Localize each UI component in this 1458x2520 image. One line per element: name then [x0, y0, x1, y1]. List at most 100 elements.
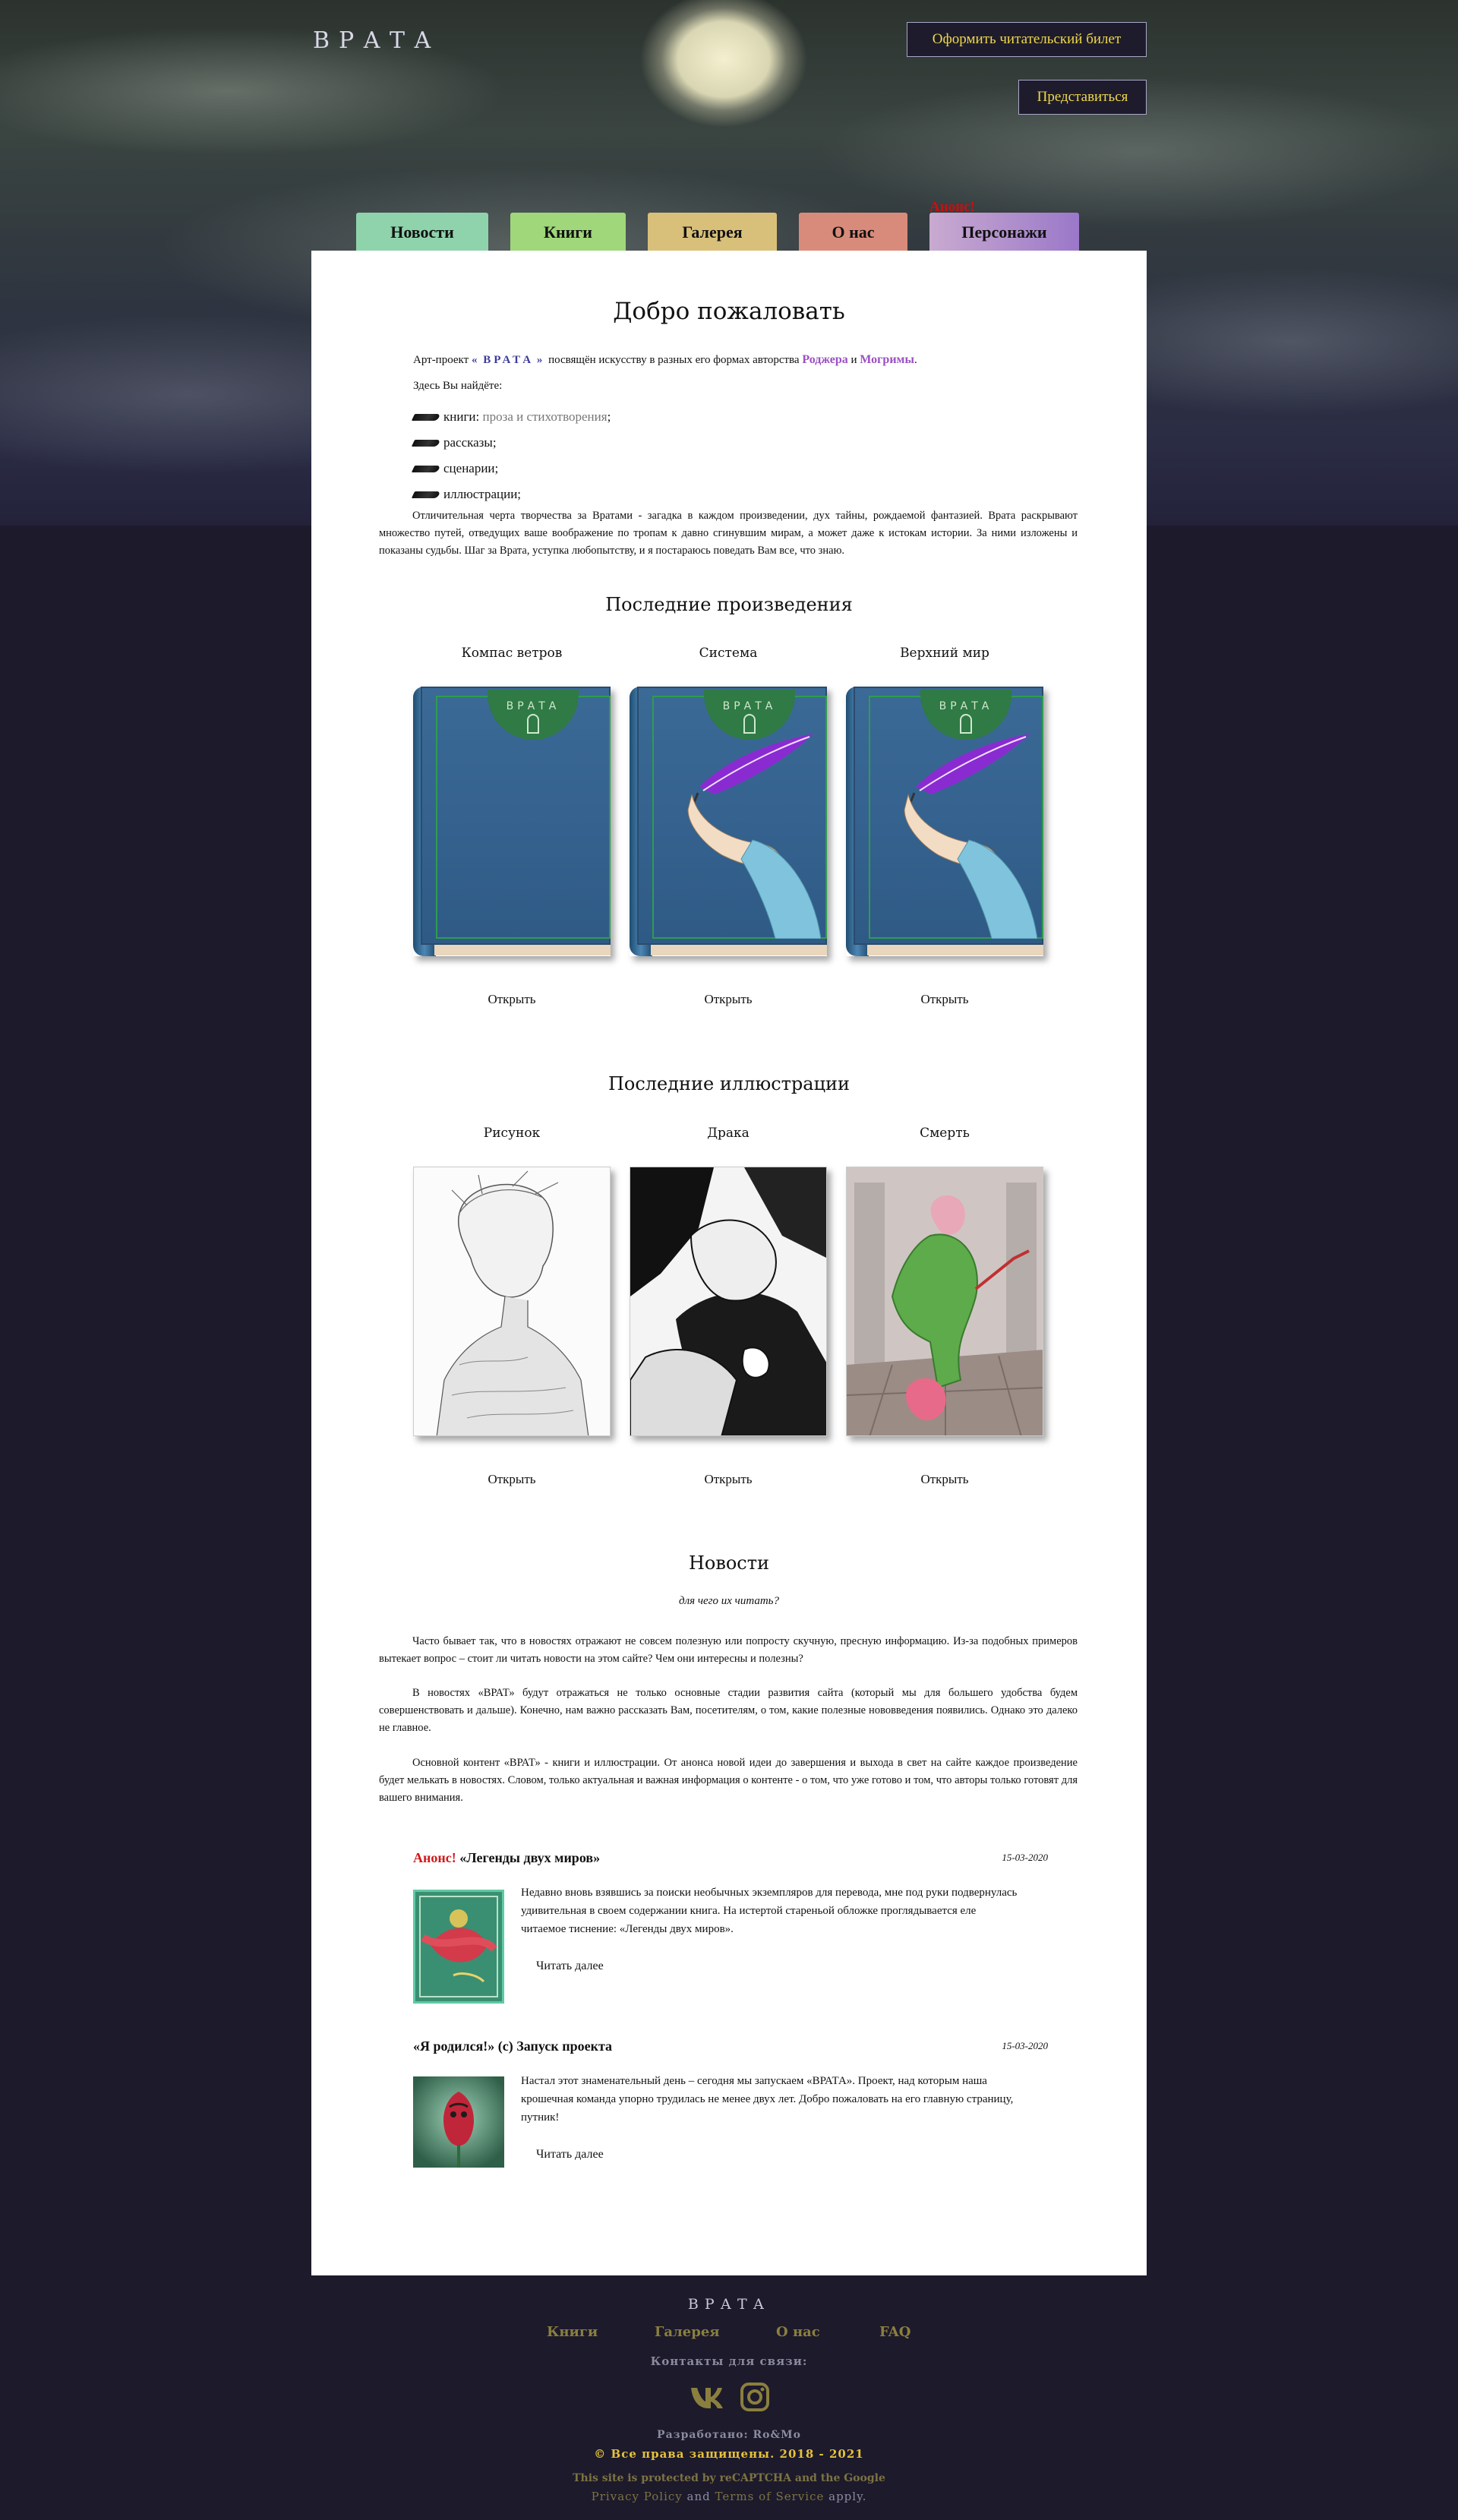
illustration-sketch[interactable]: [413, 1167, 611, 1436]
login-button[interactable]: Представиться: [1018, 80, 1147, 115]
list-item-label: книги:: [443, 409, 480, 424]
pencil-portrait-image: [436, 1170, 589, 1435]
apply-text: apply.: [828, 2490, 867, 2503]
tab-about[interactable]: О нас: [799, 213, 907, 252]
footer-link-faq[interactable]: FAQ: [879, 2324, 910, 2340]
footer-logo[interactable]: ВРАТА: [0, 2296, 1458, 2313]
launch-flower-image: [413, 2076, 504, 2168]
developed-by: Разработано: Ro&Mo: [657, 2429, 801, 2441]
book-pages: [434, 943, 611, 955]
open-illustration-link[interactable]: Открыть: [846, 1472, 1043, 1487]
author-link-mogrima[interactable]: Могримы: [860, 353, 914, 366]
news-item-thumbnail[interactable]: [413, 1890, 504, 2004]
footer-link-about[interactable]: О нас: [776, 2324, 820, 2340]
list-item-extra[interactable]: проза и стихотворения: [483, 409, 608, 425]
and-text: and: [686, 2490, 711, 2503]
announce-badge: Анонс!: [929, 199, 975, 215]
news-item-heading: «Я родился!» (с) Запуск проекта: [413, 2038, 613, 2054]
list-item-label: рассказы;: [443, 435, 497, 450]
news-paragraph: Основной контент «ВРАТ» - книги и иллюст…: [379, 1757, 1078, 1804]
illustration-title[interactable]: Смерть: [846, 1126, 1043, 1141]
news-paragraph: В новостях «ВРАТ» будут отражаться не то…: [379, 1687, 1078, 1734]
news-item-date: 15-03-2020: [1002, 2040, 1048, 2051]
quill-bullet-icon: [411, 491, 441, 498]
latest-works-title: Последние произведения: [605, 594, 853, 615]
book-cover-face: ВРАТА: [854, 687, 1043, 945]
book-pages: [867, 943, 1043, 955]
open-illustration-link[interactable]: Открыть: [630, 1472, 827, 1487]
open-work-link[interactable]: Открыть: [630, 992, 827, 1007]
intro-end: .: [914, 354, 917, 366]
list-item: сценарии;: [411, 456, 611, 482]
illustration-title[interactable]: Драка: [630, 1126, 827, 1141]
hand-quill-illustration: [687, 734, 821, 939]
intro-quote-close: »: [536, 354, 546, 366]
contacts-label: Контакты для связи:: [650, 2354, 808, 2368]
news-paragraph: Часто бывает так, что в новостях отражаю…: [379, 1635, 1078, 1665]
list-item: книги: проза и стихотворения;: [411, 404, 611, 430]
news-item-heading: «Легенды двух миров»: [459, 1850, 601, 1865]
find-here-label: Здесь Вы найдёте:: [413, 380, 503, 392]
news-item-badge: Анонс!: [413, 1850, 456, 1865]
work-title[interactable]: Система: [630, 646, 827, 661]
open-illustration-link[interactable]: Открыть: [413, 1472, 611, 1487]
book-pages: [651, 943, 827, 955]
work-title[interactable]: Верхний мир: [846, 646, 1043, 661]
author-link-roger[interactable]: Роджера: [802, 353, 847, 366]
read-more-link[interactable]: Читать далее: [536, 1959, 604, 1973]
news-item-text: Настал этот знаменательный день – сегодн…: [521, 2075, 1014, 2124]
news-item-title[interactable]: «Я родился!» (с) Запуск проекта: [413, 2038, 612, 2054]
illustration-fight[interactable]: [630, 1167, 827, 1436]
quill-bullet-icon: [411, 439, 441, 447]
footer-link-gallery[interactable]: Галерея: [655, 2324, 720, 2340]
site-logo[interactable]: ВРАТА: [313, 27, 440, 54]
intro-middle: посвящён искусству в разных его формах а…: [548, 354, 800, 366]
tab-gallery[interactable]: Галерея: [648, 213, 777, 252]
list-item: иллюстрации;: [411, 482, 611, 507]
vk-icon[interactable]: [690, 2382, 723, 2412]
list-item: рассказы;: [411, 430, 611, 456]
tab-books[interactable]: Книги: [510, 213, 626, 252]
news-subtitle: для чего их читать?: [678, 1595, 779, 1607]
recaptcha-policy-line: Privacy Policy and Terms of Service appl…: [0, 2490, 1458, 2503]
list-item-label: сценарии;: [443, 461, 499, 475]
book-cover[interactable]: ВРАТА: [630, 687, 827, 956]
open-work-link[interactable]: Открыть: [413, 992, 611, 1007]
book-cover[interactable]: ВРАТА: [846, 687, 1043, 956]
privacy-policy-link[interactable]: Privacy Policy: [592, 2490, 683, 2503]
copyright: © Все права защищены. 2018 - 2021: [594, 2447, 864, 2461]
intro-quote-open: «: [471, 354, 481, 366]
news-item-title[interactable]: Анонс! «Легенды двух миров»: [413, 1850, 600, 1866]
terms-link[interactable]: Terms of Service: [715, 2490, 825, 2503]
open-work-link[interactable]: Открыть: [846, 992, 1043, 1007]
list-item-suffix: ;: [607, 409, 611, 424]
news-item-thumbnail[interactable]: [413, 2076, 504, 2168]
work-title[interactable]: Компас ветров: [413, 646, 611, 661]
illustration-death[interactable]: [846, 1167, 1043, 1436]
illustration-title[interactable]: Рисунок: [413, 1126, 611, 1141]
news-item-text: Недавно вновь взявшись за поиски необычн…: [521, 1887, 1018, 1935]
footer-link-books[interactable]: Книги: [547, 2324, 598, 2340]
welcome-title: Добро пожаловать: [613, 298, 845, 325]
color-death-image: [847, 1167, 1043, 1435]
news-item-date: 15-03-2020: [1002, 1852, 1048, 1863]
recaptcha-notice: This site is protected by reCAPTCHA and …: [573, 2472, 885, 2484]
ink-fight-image: [630, 1167, 826, 1435]
list-item-label: иллюстрации;: [443, 487, 522, 501]
intro-project-name: ВРАТА: [483, 354, 535, 366]
instagram-icon[interactable]: [738, 2382, 772, 2412]
cover-seal-text: ВРАТА: [506, 700, 560, 712]
tab-news[interactable]: Новости: [356, 213, 488, 252]
content-list: книги: проза и стихотворения; рассказы; …: [411, 404, 611, 507]
reader-ticket-button[interactable]: Оформить читательский билет: [907, 22, 1147, 57]
latest-illustrations-title: Последние иллюстрации: [608, 1073, 850, 1094]
quill-bullet-icon: [411, 465, 441, 472]
legends-cover-image: [415, 1892, 502, 2001]
intro-and: и: [850, 354, 857, 366]
tab-characters[interactable]: Персонажи: [929, 213, 1079, 252]
book-cover-face: ВРАТА: [637, 687, 827, 945]
book-cover-face: ВРАТА: [421, 687, 611, 945]
quill-bullet-icon: [411, 413, 441, 421]
book-cover[interactable]: ВРАТА: [413, 687, 611, 956]
read-more-link[interactable]: Читать далее: [536, 2148, 604, 2162]
